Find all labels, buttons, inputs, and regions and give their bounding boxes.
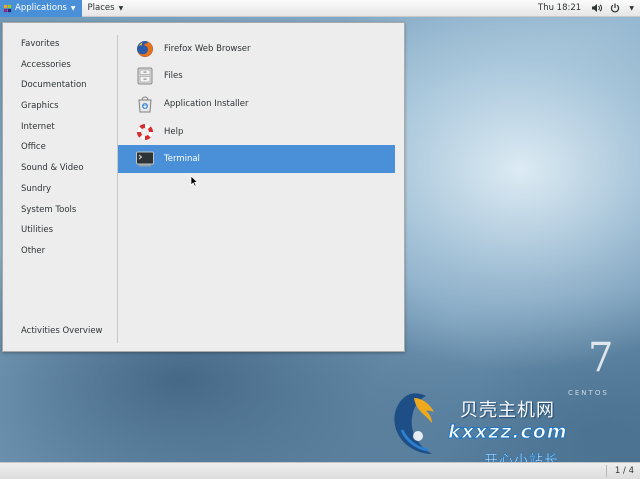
category-sundry[interactable]: Sundry [21,182,87,203]
category-office[interactable]: Office [21,140,87,161]
applications-menu-popup: Favorites Accessories Documentation Grap… [2,22,405,352]
app-item-label: Terminal [164,154,200,165]
chevron-down-icon: ▼ [629,4,634,12]
top-bar: Applications ▼ Places ▼ Thu 18:21 ▼ [0,0,640,17]
watermark-title: 贝壳主机网 [460,400,555,421]
app-item-help[interactable]: Help [118,118,395,146]
activities-overview-link[interactable]: Activities Overview [21,326,103,336]
app-item-label: Application Installer [164,98,249,109]
app-item-firefox[interactable]: Firefox Web Browser [118,35,395,63]
workspace-separator [606,465,607,477]
app-item-application-installer[interactable]: Application Installer [118,90,395,118]
category-sound-video[interactable]: Sound & Video [21,161,87,182]
category-accessories[interactable]: Accessories [21,58,87,79]
places-menu-button[interactable]: Places ▼ [82,0,130,17]
applications-menu-button[interactable]: Applications ▼ [0,0,82,17]
app-item-label: Files [164,71,183,82]
category-documentation[interactable]: Documentation [21,78,87,99]
app-item-files[interactable]: Files [118,63,395,91]
firefox-icon [136,40,154,58]
installer-icon [136,95,154,113]
watermark-domain: kxxzz.com [448,421,568,444]
chevron-down-icon: ▼ [70,4,76,12]
volume-icon[interactable] [590,2,602,14]
bottom-bar: 1 / 4 [0,462,640,479]
category-internet[interactable]: Internet [21,120,87,141]
os-version-mark: 7 [588,335,614,381]
places-menu-label: Places [87,3,115,13]
app-list: Firefox Web Browser Files Application In… [118,35,395,173]
app-item-label: Help [164,126,184,137]
category-utilities[interactable]: Utilities [21,223,87,244]
clock[interactable]: Thu 18:21 [538,3,581,13]
power-icon[interactable] [609,2,621,14]
category-list: Favorites Accessories Documentation Grap… [21,37,87,265]
help-icon [136,123,154,141]
category-other[interactable]: Other [21,244,87,265]
chevron-down-icon: ▼ [118,4,124,12]
app-item-terminal[interactable]: Terminal [118,145,395,173]
category-system-tools[interactable]: System Tools [21,203,87,224]
applications-menu-label: Applications [15,3,67,13]
mouse-cursor-icon [190,175,199,187]
workspace-indicator[interactable]: 1 / 4 [615,466,634,476]
system-tray[interactable]: ▼ [590,2,634,14]
app-item-label: Firefox Web Browser [164,43,251,54]
category-favorites[interactable]: Favorites [21,37,87,58]
files-icon [136,67,154,85]
terminal-icon [136,150,154,168]
centos-logo-icon [3,4,12,12]
category-graphics[interactable]: Graphics [21,99,87,120]
